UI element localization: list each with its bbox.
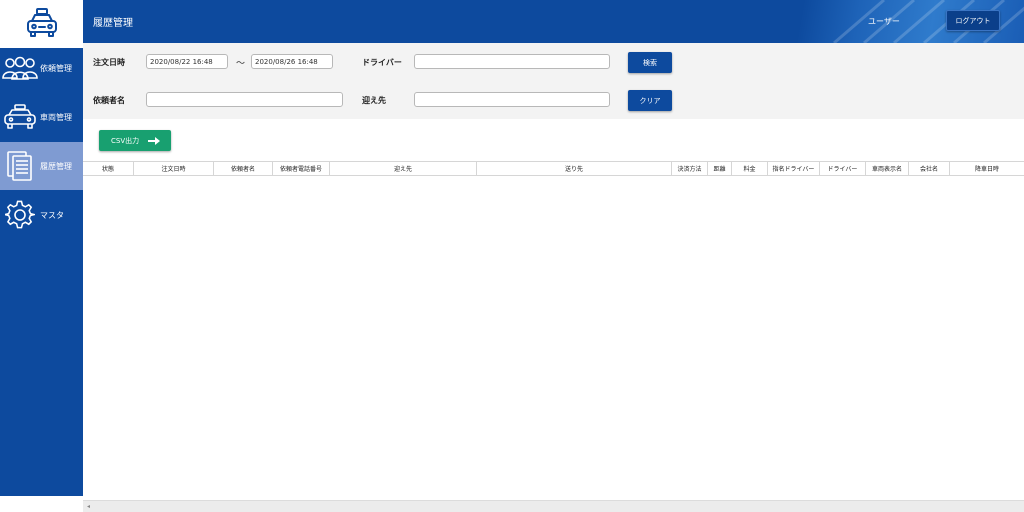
sidebar-item-history[interactable]: 履歴管理	[0, 142, 83, 190]
sidebar-item-master[interactable]: マスタ	[0, 191, 83, 239]
search-button[interactable]: 検索	[628, 52, 672, 73]
car-icon	[0, 103, 40, 131]
sidebar: 依頼管理 車両管理 履歴管理 マスタ	[0, 0, 83, 496]
logout-button[interactable]: ログアウト	[946, 10, 1000, 31]
users-icon	[0, 54, 40, 82]
top-header: 履歴管理 ユーザー ログアウト	[83, 0, 1024, 43]
sidebar-item-vehicles[interactable]: 車両管理	[0, 93, 83, 141]
arrow-right-icon	[147, 136, 161, 146]
driver-label: ドライバー	[362, 58, 402, 67]
logo[interactable]	[0, 0, 83, 48]
sidebar-item-requests[interactable]: 依頼管理	[0, 44, 83, 92]
column-header[interactable]: 会社名	[909, 162, 950, 175]
table-header: 状態 注文日時 依頼者名 依頼者電話番号 迎え先 送り先 決済方法 距離 料金 …	[83, 161, 1024, 176]
pickup-label: 迎え先	[362, 96, 386, 105]
column-header[interactable]: 送り先	[477, 162, 672, 175]
column-header[interactable]: 降車日時	[950, 162, 1024, 175]
horizontal-scrollbar[interactable]: ◂	[83, 500, 1024, 512]
scroll-left-icon[interactable]: ◂	[87, 503, 90, 510]
page-title: 履歴管理	[93, 18, 133, 29]
range-separator: 〜	[236, 59, 246, 69]
csv-export-button[interactable]: CSV出力	[99, 130, 171, 151]
pickup-input[interactable]	[414, 92, 610, 107]
sidebar-item-label: 履歴管理	[40, 161, 72, 171]
sidebar-item-label: 車両管理	[40, 112, 72, 122]
sidebar-item-label: マスタ	[40, 210, 64, 220]
column-header[interactable]: 車両表示名	[866, 162, 909, 175]
app-root: 依頼管理 車両管理 履歴管理 マスタ 履歴管理 ユーザー ログアウト 注文日時 …	[0, 0, 1024, 512]
column-header[interactable]: 迎え先	[330, 162, 477, 175]
user-name: ユーザー	[868, 17, 900, 26]
history-table: 状態 注文日時 依頼者名 依頼者電話番号 迎え先 送り先 決済方法 距離 料金 …	[83, 161, 1024, 500]
order-to-input[interactable]	[251, 54, 333, 69]
column-header[interactable]: ドライバー	[820, 162, 866, 175]
sidebar-item-label: 依頼管理	[40, 63, 72, 73]
column-header[interactable]: 注文日時	[134, 162, 214, 175]
gear-icon	[0, 200, 40, 230]
driver-input[interactable]	[414, 54, 610, 69]
requester-input[interactable]	[146, 92, 343, 107]
requester-label: 依頼者名	[93, 96, 125, 105]
column-header[interactable]: 依頼者電話番号	[273, 162, 330, 175]
order-datetime-label: 注文日時	[93, 58, 125, 67]
column-header[interactable]: 指名ドライバー	[768, 162, 820, 175]
column-header[interactable]: 決済方法	[672, 162, 708, 175]
clear-button[interactable]: クリア	[628, 90, 672, 111]
column-header[interactable]: 距離	[708, 162, 732, 175]
csv-export-label: CSV出力	[111, 136, 140, 145]
column-header[interactable]: 料金	[732, 162, 768, 175]
taxi-icon	[26, 8, 57, 37]
order-from-input[interactable]	[146, 54, 228, 69]
column-header[interactable]: 依頼者名	[214, 162, 273, 175]
search-panel: 注文日時 〜 ドライバー 検索 依頼者名 迎え先 クリア	[83, 43, 1024, 119]
column-header[interactable]: 状態	[83, 162, 134, 175]
document-icon	[0, 149, 40, 183]
